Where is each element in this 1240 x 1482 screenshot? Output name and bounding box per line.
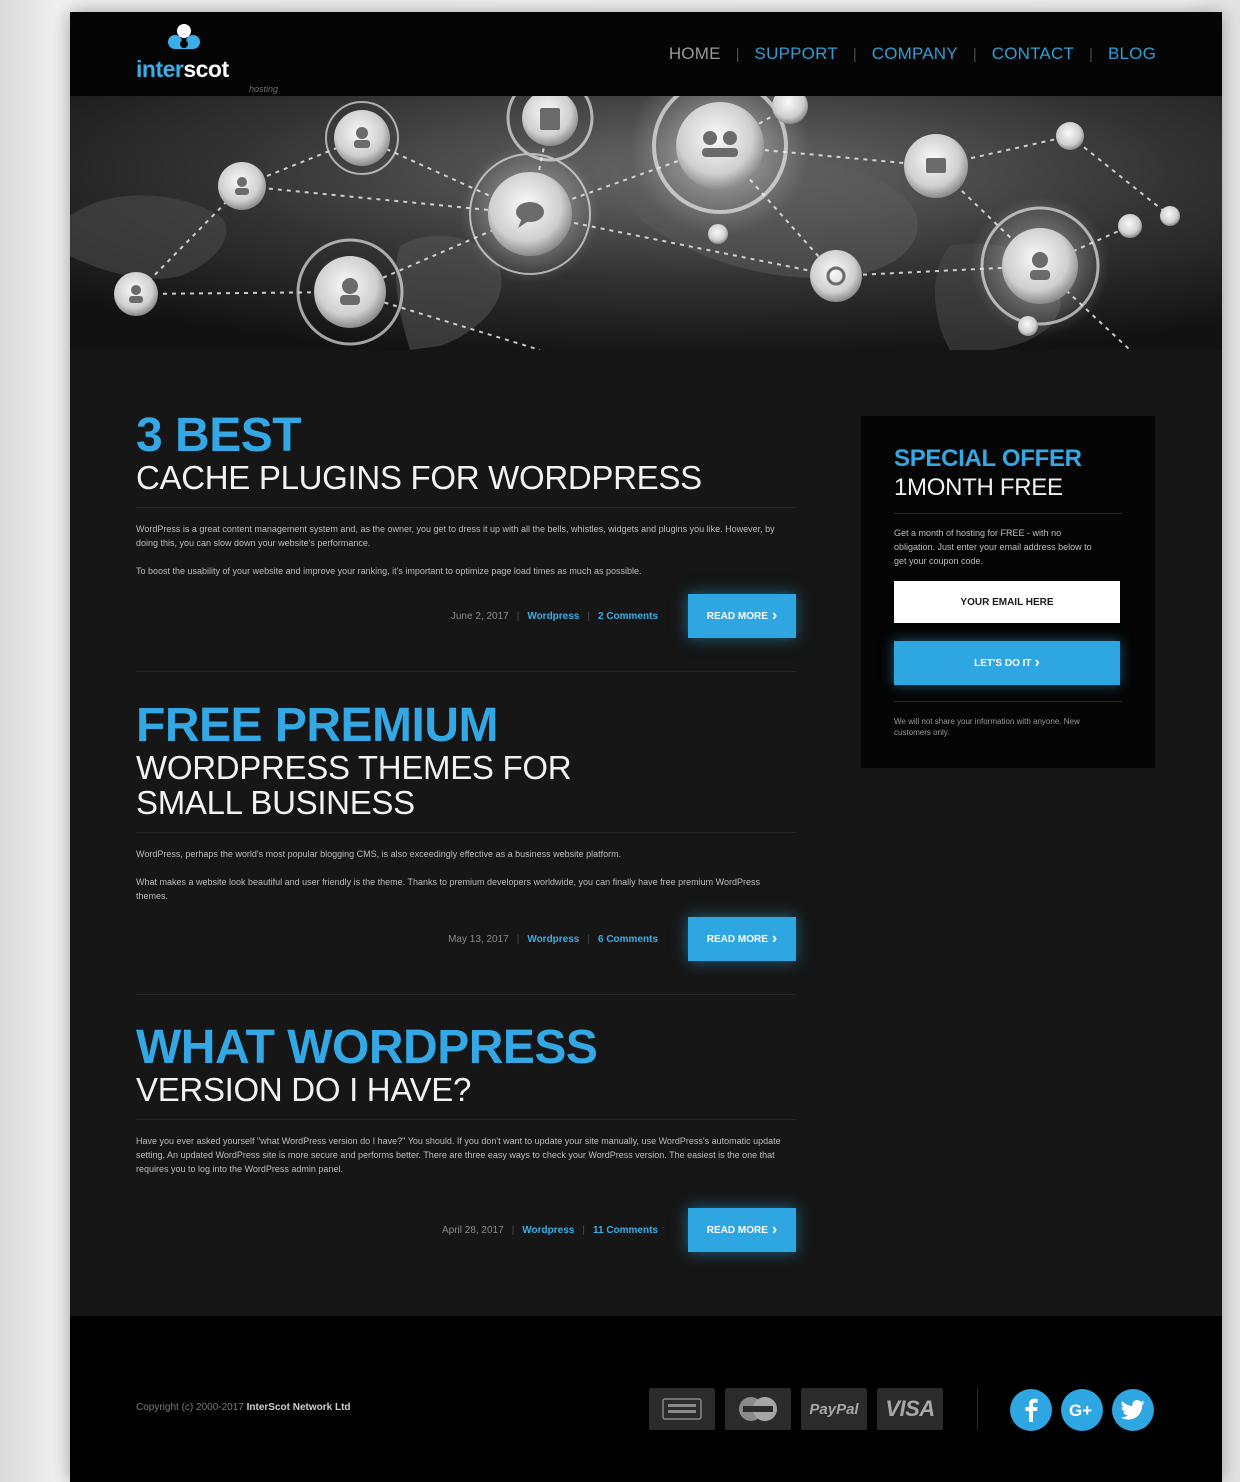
post-title-rest[interactable]: VERSION DO I HAVE?: [136, 1072, 796, 1107]
nav-support[interactable]: SUPPORT: [755, 44, 838, 64]
excerpt-paragraph: Have you ever asked yourself "what WordP…: [136, 1136, 781, 1174]
site-header: interscot hosting HOME | SUPPORT | COMPA…: [70, 12, 1222, 96]
read-more-label: READ MORE: [706, 1224, 768, 1236]
read-more-label: READ MORE: [706, 610, 768, 622]
post-title-rest[interactable]: CACHE PLUGINS FOR WORDPRESS: [136, 460, 796, 495]
logo-wordmark: interscot: [136, 56, 229, 83]
email-field[interactable]: [894, 581, 1120, 623]
post-separator: [136, 671, 796, 672]
post-meta: June 2, 2017 | Wordpress | 2 Comments RE…: [451, 594, 796, 638]
read-more-button[interactable]: READ MORE ›: [688, 594, 796, 638]
offer-description: Get a month of hosting for FREE - with n…: [894, 528, 1092, 566]
divider: [894, 513, 1122, 514]
post-excerpt: WordPress, perhaps the world's most popu…: [136, 847, 786, 903]
post-meta: May 13, 2017 | Wordpress | 6 Comments RE…: [448, 917, 796, 961]
divider: [136, 1119, 796, 1120]
chevron-right-icon: ›: [771, 607, 778, 624]
logo-text-part2: scot: [183, 56, 229, 82]
logo-cloud-icon: [168, 24, 200, 49]
main-nav: HOME | SUPPORT | COMPANY | CONTACT | BLO…: [669, 44, 1156, 64]
visa-payment-icon: VISA: [877, 1388, 943, 1430]
post-meta: April 28, 2017 | Wordpress | 11 Comments…: [442, 1208, 796, 1252]
post-separator: [136, 994, 796, 995]
meta-separator: |: [587, 610, 590, 622]
copyright-company: InterScot Network Ltd: [246, 1402, 351, 1413]
post-date: June 2, 2017: [450, 610, 509, 622]
meta-separator: |: [511, 1224, 515, 1236]
post-category-link[interactable]: Wordpress: [527, 934, 579, 945]
page: interscot hosting HOME | SUPPORT | COMPA…: [70, 12, 1222, 1482]
meta-separator: |: [516, 933, 520, 945]
paypal-payment-icon: PayPal: [801, 1388, 867, 1430]
post-date: April 28, 2017: [441, 1224, 504, 1236]
post-comments-link[interactable]: 11 Comments: [593, 1225, 658, 1236]
post-comments-link[interactable]: 6 Comments: [598, 934, 658, 945]
post-category-link[interactable]: Wordpress: [522, 1225, 574, 1236]
divider: [136, 832, 796, 833]
footer-divider: [977, 1388, 978, 1430]
logo-text-part1: inter: [136, 56, 184, 82]
site-footer: Copyright (c) 2000-2017 InterScot Networ…: [70, 1316, 1222, 1482]
google-plus-icon[interactable]: G+: [1061, 1389, 1103, 1431]
nav-blog[interactable]: BLOG: [1108, 44, 1156, 64]
nav-contact[interactable]: CONTACT: [992, 44, 1074, 64]
post-date: May 13, 2017: [448, 933, 509, 945]
meta-separator: |: [582, 1224, 585, 1236]
paypal-label: PayPal: [809, 1400, 859, 1418]
blog-post: 3 BEST CACHE PLUGINS FOR WORDPRESS WordP…: [136, 412, 796, 638]
read-more-button[interactable]: READ MORE ›: [688, 917, 796, 961]
logo[interactable]: interscot hosting: [136, 20, 278, 94]
post-excerpt: Have you ever asked yourself "what WordP…: [136, 1134, 786, 1176]
post-title-rest[interactable]: WORDPRESS THEMES FOR: [136, 750, 796, 785]
post-title-highlight[interactable]: WHAT WORDPRESS: [136, 1024, 796, 1072]
meta-separator: |: [587, 933, 590, 945]
post-comments-link[interactable]: 2 Comments: [598, 611, 658, 622]
blog-post: FREE PREMIUM WORDPRESS THEMES FOR SMALL …: [136, 702, 796, 961]
offer-subtitle: 1MONTH FREE: [894, 474, 1063, 501]
nav-separator: |: [852, 45, 857, 63]
post-title-rest[interactable]: SMALL BUSINESS: [136, 785, 796, 820]
offer-title: SPECIAL OFFER: [894, 445, 1082, 472]
meta-separator: |: [516, 610, 520, 622]
excerpt-paragraph: WordPress, perhaps the world's most popu…: [136, 849, 622, 859]
amex-payment-icon: [649, 1388, 715, 1430]
post-title-highlight[interactable]: 3 BEST: [136, 412, 796, 460]
svg-text:G+: G+: [1069, 1401, 1092, 1419]
twitter-icon[interactable]: [1112, 1389, 1154, 1431]
nav-separator: |: [735, 45, 740, 63]
copyright: Copyright (c) 2000-2017 InterScot Networ…: [136, 1402, 351, 1413]
visa-label: VISA: [885, 1396, 935, 1421]
mastercard-payment-icon: [725, 1388, 791, 1430]
chevron-right-icon: ›: [771, 1221, 778, 1238]
chevron-right-icon: ›: [1034, 654, 1040, 671]
post-category-link[interactable]: Wordpress: [527, 611, 579, 622]
nav-separator: |: [1089, 45, 1093, 63]
special-offer-widget: SPECIAL OFFER 1MONTH FREE Get a month of…: [861, 416, 1155, 768]
post-excerpt: WordPress is a great content management …: [136, 522, 786, 578]
offer-submit-button[interactable]: LET'S DO IT ›: [894, 641, 1120, 685]
nav-home[interactable]: HOME: [669, 44, 721, 64]
read-more-label: READ MORE: [706, 933, 768, 945]
copyright-text: Copyright (c) 2000-2017: [136, 1402, 244, 1413]
logo-tagline: hosting: [249, 84, 279, 94]
divider: [894, 701, 1122, 702]
excerpt-paragraph: WordPress is a great content management …: [136, 524, 775, 548]
hero-banner: [70, 96, 1222, 350]
blog-post: WHAT WORDPRESS VERSION DO I HAVE? Have y…: [136, 1024, 796, 1252]
nav-separator: |: [972, 45, 977, 63]
post-title-highlight[interactable]: FREE PREMIUM: [136, 702, 796, 750]
chevron-right-icon: ›: [771, 930, 778, 947]
excerpt-paragraph: What makes a website look beautiful and …: [136, 877, 760, 901]
privacy-note: We will not share your information with …: [894, 717, 1080, 737]
nav-company[interactable]: COMPANY: [872, 44, 958, 64]
facebook-icon[interactable]: [1010, 1389, 1052, 1431]
excerpt-paragraph: To boost the usability of your website a…: [136, 566, 642, 576]
network-illustration: [70, 96, 1222, 350]
offer-button-label: LET'S DO IT: [974, 657, 1032, 669]
read-more-button[interactable]: READ MORE ›: [688, 1208, 796, 1252]
divider: [136, 507, 796, 508]
